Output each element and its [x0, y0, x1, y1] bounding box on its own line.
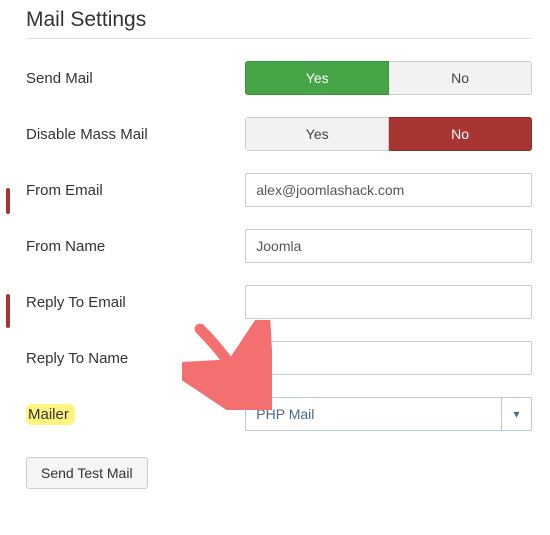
disable-mass-no[interactable]: No	[389, 117, 532, 151]
send-mail-no[interactable]: No	[389, 61, 532, 95]
field-row-reply-to-email: Reply To Email	[20, 285, 532, 319]
send-mail-label: Send Mail	[20, 70, 245, 87]
from-email-input[interactable]	[245, 173, 532, 207]
mailer-select[interactable]: PHP Mail ▾	[245, 397, 532, 431]
from-name-label: From Name	[20, 238, 245, 255]
field-row-from-email: From Email	[20, 173, 532, 207]
page-title: Mail Settings	[26, 8, 532, 39]
from-name-input[interactable]	[245, 229, 532, 263]
send-test-mail-button[interactable]: Send Test Mail	[26, 457, 148, 489]
field-row-send-mail: Send Mail Yes No	[20, 61, 532, 95]
reply-to-name-input[interactable]	[245, 341, 532, 375]
annotation-red-marker	[6, 294, 10, 328]
send-mail-toggle[interactable]: Yes No	[245, 61, 532, 95]
chevron-down-icon[interactable]: ▾	[501, 398, 531, 430]
annotation-red-marker	[6, 188, 10, 214]
field-row-mailer: Mailer PHP Mail ▾	[20, 397, 532, 431]
field-row-from-name: From Name	[20, 229, 532, 263]
mailer-select-value: PHP Mail	[246, 398, 501, 430]
reply-to-email-label: Reply To Email	[20, 294, 245, 311]
mailer-label-highlight: Mailer	[26, 404, 75, 425]
disable-mass-yes[interactable]: Yes	[245, 117, 389, 151]
field-row-disable-mass-mail: Disable Mass Mail Yes No	[20, 117, 532, 151]
field-row-reply-to-name: Reply To Name	[20, 341, 532, 375]
send-mail-yes[interactable]: Yes	[245, 61, 389, 95]
reply-to-name-label: Reply To Name	[20, 350, 245, 367]
mailer-label: Mailer	[20, 406, 245, 423]
disable-mass-mail-label: Disable Mass Mail	[20, 126, 245, 143]
reply-to-email-input[interactable]	[245, 285, 532, 319]
disable-mass-mail-toggle[interactable]: Yes No	[245, 117, 532, 151]
from-email-label: From Email	[20, 182, 245, 199]
